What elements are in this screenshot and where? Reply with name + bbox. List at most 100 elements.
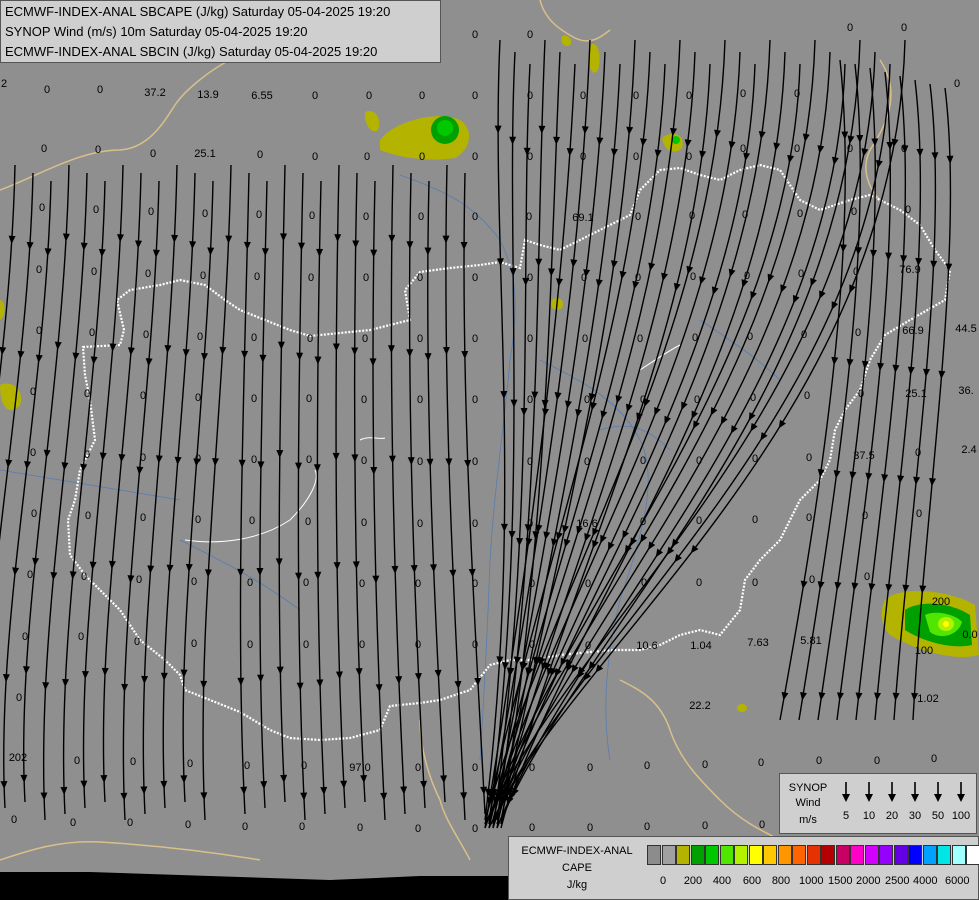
value-label: 0 [130, 756, 136, 768]
value-label: 0 [689, 210, 695, 222]
value-label: 0 [587, 762, 593, 774]
value-label: 0 [27, 569, 33, 581]
value-label: 2 [1, 78, 7, 90]
value-label: 0 [742, 209, 748, 221]
value-label: 0 [855, 327, 861, 339]
cape-legend-tick: 1500 [828, 875, 853, 887]
value-label: 0 [853, 266, 859, 278]
value-label: 0 [249, 515, 255, 527]
value-label: 0 [247, 639, 253, 651]
value-label: 0 [637, 333, 643, 345]
value-label: 0 [472, 394, 478, 406]
value-label: 0 [527, 151, 533, 163]
value-label: 0 [527, 456, 533, 468]
value-label: 1.04 [690, 640, 711, 652]
value-label: 0.0 [962, 629, 977, 641]
cape-legend-tick: 0 [659, 875, 667, 887]
value-label: 0 [361, 455, 367, 467]
wind-legend: SYNOP Wind m/s 5 10 20 30 50 100 [779, 773, 977, 834]
value-label: 0 [744, 270, 750, 282]
value-label: 0 [747, 331, 753, 343]
wind-legend-arrowhead [934, 794, 942, 802]
value-label: 0 [417, 456, 423, 468]
value-label: 0 [309, 210, 315, 222]
value-label: 0 [752, 577, 758, 589]
value-label: 7.63 [747, 637, 768, 649]
value-label: 36. [958, 385, 973, 397]
title-line-2: SYNOP Wind (m/s) 10m Saturday 05-04-2025… [5, 24, 308, 39]
value-label: 0 [140, 390, 146, 402]
value-label: 0 [686, 151, 692, 163]
value-label: 0 [305, 516, 311, 528]
cape-legend-tick: 200 [683, 875, 703, 887]
value-label: 0 [641, 577, 647, 589]
value-label: 0 [70, 817, 76, 829]
value-label: 0 [472, 29, 478, 41]
cape-legend-title2: CAPE [562, 862, 592, 874]
value-label: 0 [847, 22, 853, 34]
cape-legend-swatch [748, 845, 763, 865]
value-label: 69.1 [572, 212, 593, 224]
value-label: 0 [81, 571, 87, 583]
value-label: 1.02 [917, 693, 938, 705]
value-label: 0 [415, 639, 421, 651]
value-label: 0 [364, 151, 370, 163]
value-label: 0 [806, 512, 812, 524]
value-label: 0 [472, 151, 478, 163]
value-label: 0 [41, 143, 47, 155]
value-label: 0 [197, 331, 203, 343]
wind-legend-arrowhead [957, 794, 965, 802]
value-label: 0 [312, 90, 318, 102]
value-label: 0 [527, 29, 533, 41]
value-label: 0 [244, 760, 250, 772]
value-label: 0 [30, 386, 36, 398]
value-label: 0 [148, 206, 154, 218]
value-label: 0 [758, 757, 764, 769]
value-label: 0 [306, 393, 312, 405]
value-label: 0 [472, 272, 478, 284]
value-label: 0 [752, 514, 758, 526]
cape-legend-swatch [705, 845, 719, 865]
value-label: 0 [690, 271, 696, 283]
cape-legend-swatch [734, 845, 748, 865]
value-label: 0 [644, 821, 650, 833]
value-label: 0 [752, 453, 758, 465]
value-label: 0 [145, 268, 151, 280]
value-label: 0 [472, 639, 478, 651]
value-label: 0 [306, 454, 312, 466]
value-label: 202 [9, 752, 27, 764]
value-label: 0 [256, 209, 262, 221]
value-label: 0 [640, 455, 646, 467]
wind-legend-arrowhead [865, 794, 873, 802]
cape-legend-swatch [777, 845, 792, 865]
value-label: 0 [84, 449, 90, 461]
value-label: 0 [84, 388, 90, 400]
cape-legend-swatch [661, 845, 676, 865]
value-label: 0 [740, 143, 746, 155]
value-label: 0 [585, 640, 591, 652]
value-label: 0 [419, 90, 425, 102]
value-label: 0 [363, 272, 369, 284]
value-label: 0 [472, 578, 478, 590]
value-label: 0 [150, 148, 156, 160]
cape-legend-title1: ECMWF-INDEX-ANAL [521, 845, 633, 857]
value-label: 0 [816, 755, 822, 767]
value-label: 0 [419, 151, 425, 163]
value-label: 0 [312, 151, 318, 163]
value-label: 0 [801, 329, 807, 341]
value-label: 0 [357, 822, 363, 834]
value-label: 0 [39, 202, 45, 214]
value-label: 37.2 [144, 87, 165, 99]
value-label: 0 [794, 143, 800, 155]
value-label: 0 [472, 211, 478, 223]
value-label: 0 [308, 272, 314, 284]
value-label: 0 [185, 819, 191, 831]
value-label: 0 [797, 208, 803, 220]
cape-legend: ECMWF-INDEX-ANAL CAPE J/kg 0 200 400 600 800… [508, 836, 979, 900]
value-label: 0 [580, 151, 586, 163]
title-line-1: ECMWF-INDEX-ANAL SBCAPE (J/kg) Saturday … [5, 4, 391, 19]
value-label: 0 [901, 22, 907, 34]
wind-legend-arrowhead [842, 794, 850, 802]
wind-legend-speed: 30 [908, 810, 922, 822]
cape-legend-swatch [893, 845, 908, 865]
